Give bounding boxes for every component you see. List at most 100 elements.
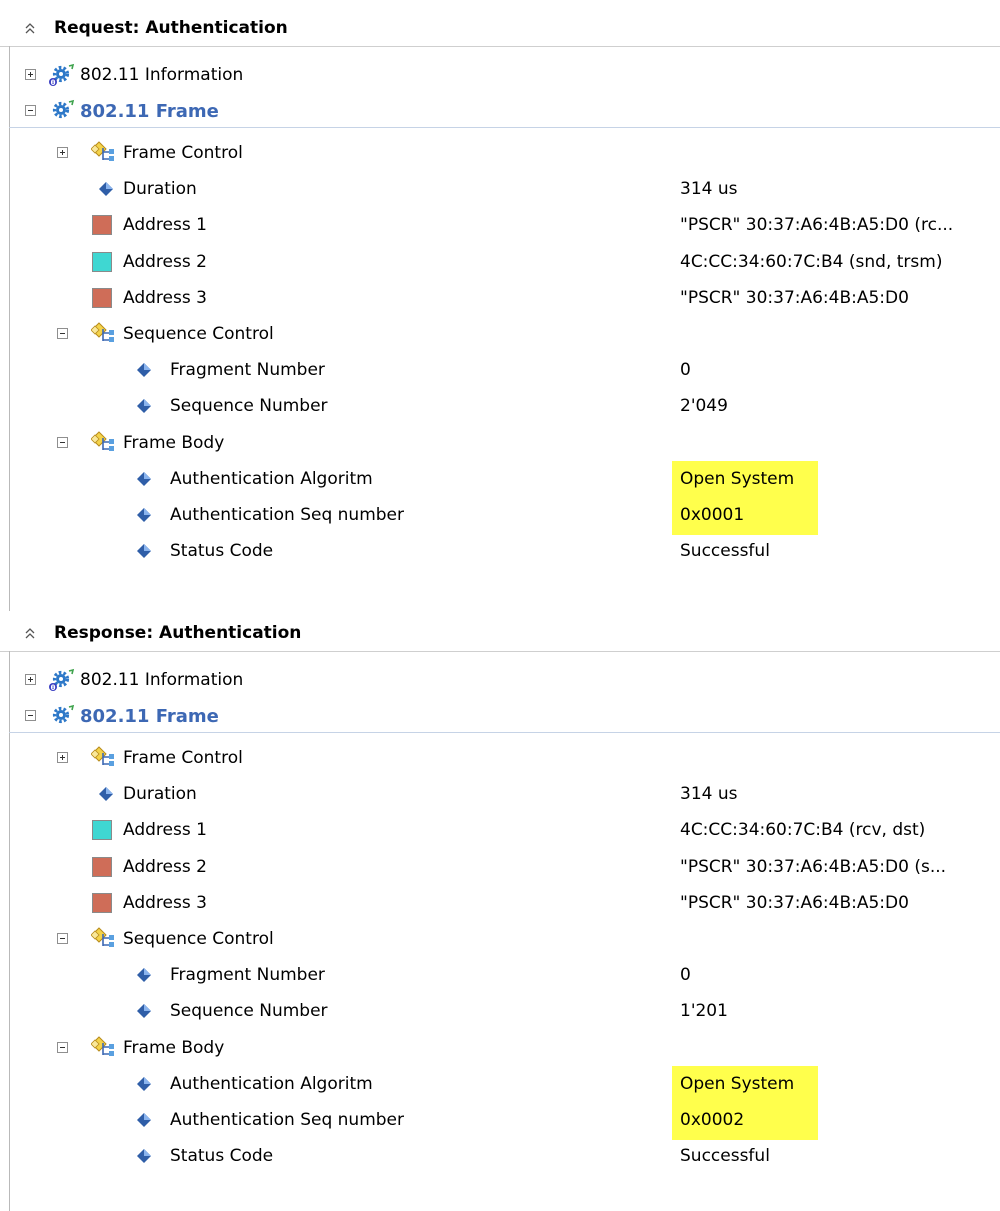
tree-item-algorithm[interactable]: Authentication Algoritm Open System: [0, 460, 1000, 499]
field-label: Duration: [123, 784, 197, 805]
collapse-chevron-icon: [25, 23, 35, 34]
tree-item-address-2[interactable]: Address 2 "PSCR" 30:37:A6:4B:A5:D0 (s...: [0, 849, 1000, 885]
field-value: 1'201: [680, 1001, 728, 1022]
field-diamond-icon: [99, 787, 113, 802]
address-color-swatch: [92, 251, 112, 272]
tree-item-status[interactable]: Status Code Successful: [0, 1138, 1000, 1174]
collapse-chevron-icon: [25, 628, 35, 639]
field-label: Status Code: [170, 541, 274, 562]
field-diamond-icon: [137, 1149, 151, 1164]
field-diamond-icon: [137, 508, 151, 523]
section-title: Response: Authentication: [54, 623, 302, 643]
field-label: Duration: [123, 179, 197, 200]
collapse-toggle[interactable]: [57, 933, 68, 945]
field-diamond-icon: [99, 182, 113, 197]
tree-item-seq-number[interactable]: Authentication Seq number 0x0001: [0, 497, 1000, 536]
structure-icon: [91, 746, 114, 767]
frame-title: 802.11 Frame: [80, 705, 219, 727]
tree-item-duration[interactable]: Duration 314 us: [0, 776, 1000, 812]
expand-toggle[interactable]: [25, 674, 36, 686]
tree-item-802-11-frame[interactable]: 802.11 Frame: [0, 93, 1000, 129]
field-label: Status Code: [170, 1146, 274, 1167]
tree-item-seq-number[interactable]: Authentication Seq number 0x0002: [0, 1102, 1000, 1141]
tree-item-fragment-number[interactable]: Fragment Number 0: [0, 957, 1000, 993]
field-diamond-icon: [137, 1113, 151, 1128]
tree-item-label: Frame Control: [123, 143, 243, 164]
packet-detail-tree: Request: Authentication θ 802.11 Informa…: [0, 0, 1000, 1211]
field-label: Address 3: [123, 287, 207, 308]
expand-toggle[interactable]: [57, 147, 68, 159]
field-label: Sequence Number: [170, 1001, 328, 1022]
collapse-toggle[interactable]: [25, 105, 36, 117]
tree-item-duration[interactable]: Duration 314 us: [0, 171, 1000, 207]
field-value: "PSCR" 30:37:A6:4B:A5:D0: [680, 287, 909, 308]
frame-separator: [9, 126, 1000, 128]
tree-item-address-3[interactable]: Address 3 "PSCR" 30:37:A6:4B:A5:D0: [0, 885, 1000, 921]
field-value: 314 us: [680, 784, 738, 805]
expand-toggle[interactable]: [57, 752, 68, 764]
field-diamond-icon: [137, 363, 151, 378]
field-value: 4C:CC:34:60:7C:B4 (snd, trsm): [680, 251, 943, 272]
field-value: 0: [680, 965, 691, 986]
tree-item-802-11-information[interactable]: θ 802.11 Information: [0, 57, 1000, 93]
collapse-toggle[interactable]: [25, 710, 36, 722]
collapse-toggle[interactable]: [57, 328, 68, 340]
field-label: Address 1: [123, 215, 207, 236]
field-label: Authentication Seq number: [170, 1110, 404, 1131]
field-diamond-icon: [137, 544, 151, 559]
structure-icon: [91, 1035, 114, 1056]
tree-item-sequence-number[interactable]: Sequence Number 1'201: [0, 993, 1000, 1029]
tree-item-address-2[interactable]: Address 2 4C:CC:34:60:7C:B4 (snd, trsm): [0, 244, 1000, 280]
field-value: 2'049: [680, 396, 728, 417]
tree-item-status[interactable]: Status Code Successful: [0, 533, 1000, 569]
section-header[interactable]: Request: Authentication: [0, 10, 1000, 47]
field-diamond-icon: [137, 968, 151, 983]
tree-item-802-11-frame[interactable]: 802.11 Frame: [0, 698, 1000, 734]
field-label: Authentication Algoritm: [170, 1073, 373, 1094]
expand-toggle[interactable]: [25, 69, 36, 81]
field-value: "PSCR" 30:37:A6:4B:A5:D0: [680, 892, 909, 913]
field-label: Address 2: [123, 251, 207, 272]
collapse-toggle[interactable]: [57, 436, 68, 448]
structure-icon: [91, 430, 114, 451]
address-color-swatch: [92, 856, 112, 877]
field-value: Open System: [680, 1073, 795, 1094]
field-value: Open System: [680, 468, 795, 489]
tree-item-address-3[interactable]: Address 3 "PSCR" 30:37:A6:4B:A5:D0: [0, 280, 1000, 316]
tree-item-frame-control[interactable]: Frame Control: [0, 740, 1000, 776]
tree-item-frame-body[interactable]: Frame Body: [0, 1030, 1000, 1066]
tree-item-label: 802.11 Information: [80, 670, 244, 691]
tree-item-address-1[interactable]: Address 1 "PSCR" 30:37:A6:4B:A5:D0 (rc...: [0, 207, 1000, 243]
tree-item-802-11-information[interactable]: θ 802.11 Information: [0, 662, 1000, 698]
tree-item-sequence-control[interactable]: Sequence Control: [0, 921, 1000, 957]
frame-gear-icon: [52, 705, 75, 724]
field-value: 0x0001: [680, 505, 745, 526]
svg-text:θ: θ: [51, 684, 56, 692]
tree-item-label: 802.11 Information: [80, 65, 244, 86]
tree-item-address-1[interactable]: Address 1 4C:CC:34:60:7C:B4 (rcv, dst): [0, 812, 1000, 848]
field-value: 0: [680, 360, 691, 381]
frame-title: 802.11 Frame: [80, 100, 219, 122]
field-value: Successful: [680, 541, 770, 562]
field-diamond-icon: [137, 1076, 151, 1091]
field-value: 4C:CC:34:60:7C:B4 (rcv, dst): [680, 820, 926, 841]
section-header[interactable]: Response: Authentication: [0, 615, 1000, 652]
tree-item-frame-control[interactable]: Frame Control: [0, 135, 1000, 171]
address-color-swatch: [92, 820, 112, 841]
frame-separator: [9, 731, 1000, 733]
tree-item-sequence-number[interactable]: Sequence Number 2'049: [0, 388, 1000, 424]
tree-item-label: Frame Body: [123, 432, 225, 453]
tree-item-sequence-control[interactable]: Sequence Control: [0, 316, 1000, 352]
address-color-swatch: [92, 892, 112, 913]
field-label: Authentication Algoritm: [170, 468, 373, 489]
tree-item-frame-body[interactable]: Frame Body: [0, 425, 1000, 461]
field-label: Address 2: [123, 856, 207, 877]
tree-item-algorithm[interactable]: Authentication Algoritm Open System: [0, 1065, 1000, 1104]
collapse-toggle[interactable]: [57, 1041, 68, 1053]
field-value: "PSCR" 30:37:A6:4B:A5:D0 (rc...: [680, 215, 954, 236]
field-value: 314 us: [680, 179, 738, 200]
section-title: Request: Authentication: [54, 18, 288, 38]
structure-icon: [91, 322, 114, 343]
tree-item-label: Frame Body: [123, 1037, 225, 1058]
tree-item-fragment-number[interactable]: Fragment Number 0: [0, 352, 1000, 388]
